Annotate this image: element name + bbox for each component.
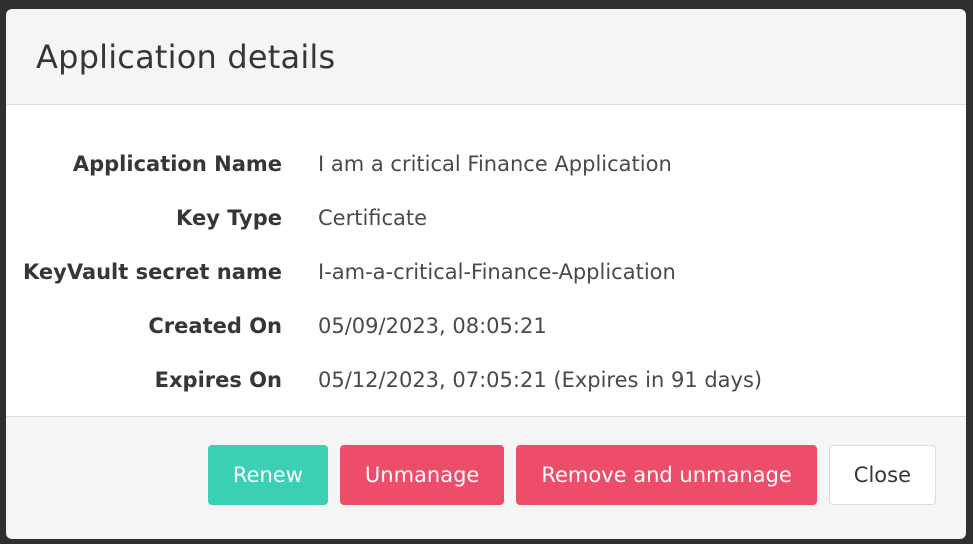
detail-value: 05/09/2023, 08:05:21 xyxy=(318,314,547,338)
dialog-footer: Renew Unmanage Remove and unmanage Close xyxy=(6,417,966,537)
detail-label: Key Type xyxy=(176,206,282,230)
detail-label: Created On xyxy=(148,314,282,338)
detail-value: 05/12/2023, 07:05:21 (Expires in 91 days… xyxy=(318,368,763,392)
renew-button[interactable]: Renew xyxy=(207,445,328,505)
unmanage-button[interactable]: Unmanage xyxy=(339,445,505,505)
detail-label: Application Name xyxy=(72,152,282,176)
dialog-header: Application details xyxy=(6,9,966,105)
dialog-title: Application details xyxy=(36,37,336,76)
detail-value: I-am-a-critical-Finance-Application xyxy=(318,260,676,284)
remove-and-unmanage-button[interactable]: Remove and unmanage xyxy=(516,445,817,505)
detail-row-keyvault-secret-name: KeyVault secret name I-am-a-critical-Fin… xyxy=(6,245,966,299)
detail-value: Certificate xyxy=(318,206,428,230)
detail-label: KeyVault secret name xyxy=(23,260,282,284)
detail-label: Expires On xyxy=(154,368,282,392)
application-details-dialog: Application details Application Name I a… xyxy=(6,9,966,539)
detail-row-application-name: Application Name I am a critical Finance… xyxy=(6,137,966,191)
dialog-body: Application Name I am a critical Finance… xyxy=(6,105,966,417)
detail-value: I am a critical Finance Application xyxy=(318,152,672,176)
detail-row-key-type: Key Type Certificate xyxy=(6,191,966,245)
close-button[interactable]: Close xyxy=(828,445,936,505)
detail-row-created-on: Created On 05/09/2023, 08:05:21 xyxy=(6,299,966,353)
detail-row-expires-on: Expires On 05/12/2023, 07:05:21 (Expires… xyxy=(6,353,966,407)
